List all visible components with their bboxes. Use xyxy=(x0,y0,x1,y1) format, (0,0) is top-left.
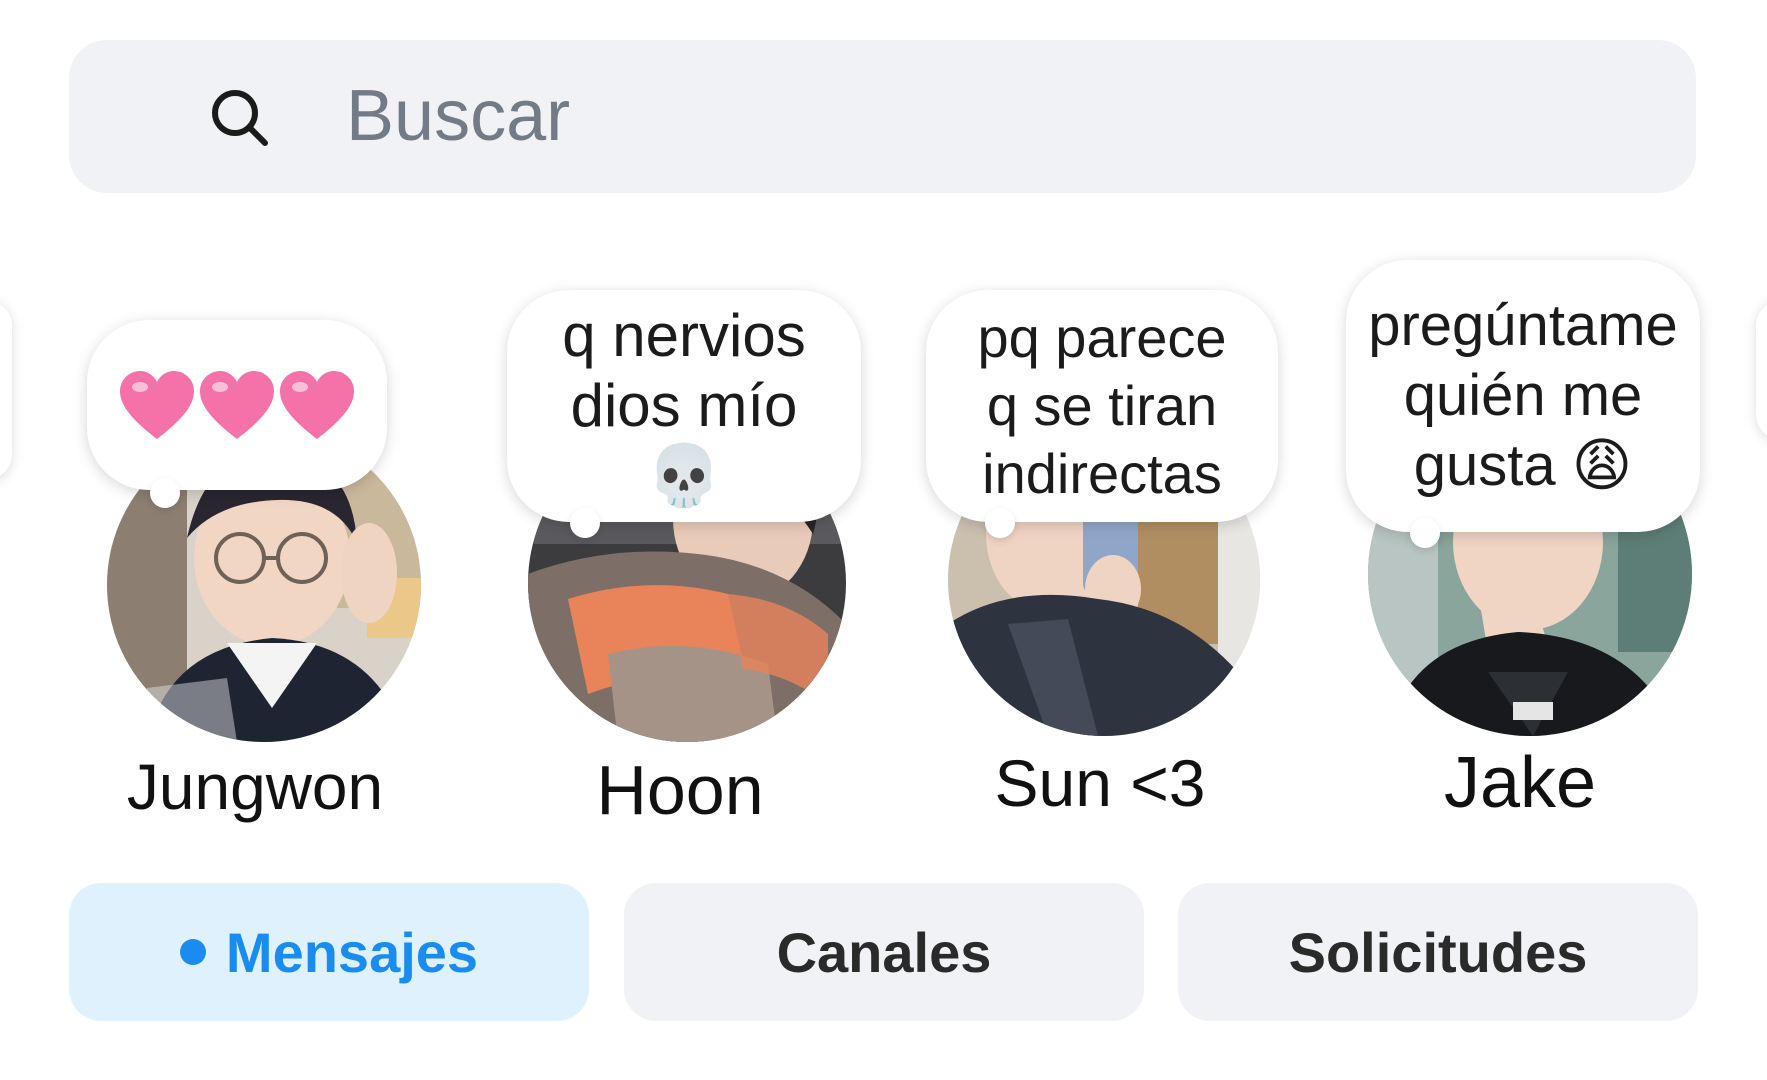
tab-canales[interactable]: Canales xyxy=(624,883,1144,1021)
tab-mensajes[interactable]: Mensajes xyxy=(69,883,589,1021)
story-note[interactable] xyxy=(87,320,387,490)
heart-icon xyxy=(200,371,274,439)
search-input[interactable] xyxy=(346,68,1646,164)
note-tail xyxy=(570,508,600,538)
story-name: Jake xyxy=(1443,743,1597,823)
note-hearts xyxy=(118,369,356,441)
note-tail xyxy=(1410,518,1440,548)
search-bar[interactable] xyxy=(69,40,1696,193)
note-tail xyxy=(150,478,180,508)
tab-label: Solicitudes xyxy=(1288,920,1588,984)
tab-solicitudes[interactable]: Solicitudes xyxy=(1178,883,1698,1021)
tab-label: Mensajes xyxy=(225,920,479,984)
story-name: Jungwon xyxy=(126,751,384,823)
heart-icon xyxy=(280,371,354,439)
heart-icon xyxy=(120,371,194,439)
story-name: Sun <3 xyxy=(994,746,1206,820)
note-tail xyxy=(985,508,1015,538)
search-icon[interactable] xyxy=(205,83,275,153)
story-note-offscreen-left[interactable] xyxy=(0,300,12,480)
tab-label: Canales xyxy=(776,920,992,984)
story-note[interactable]: pq parece q se tiran indirectas xyxy=(926,290,1278,522)
unread-dot-icon xyxy=(179,939,206,965)
story-note-offscreen-right[interactable] xyxy=(1756,300,1767,440)
story-note[interactable]: pregúntame quién me gusta 😩 xyxy=(1346,260,1700,532)
story-note[interactable]: q nervios dios mío 💀 xyxy=(507,290,861,522)
story-name: Hoon xyxy=(596,751,764,829)
